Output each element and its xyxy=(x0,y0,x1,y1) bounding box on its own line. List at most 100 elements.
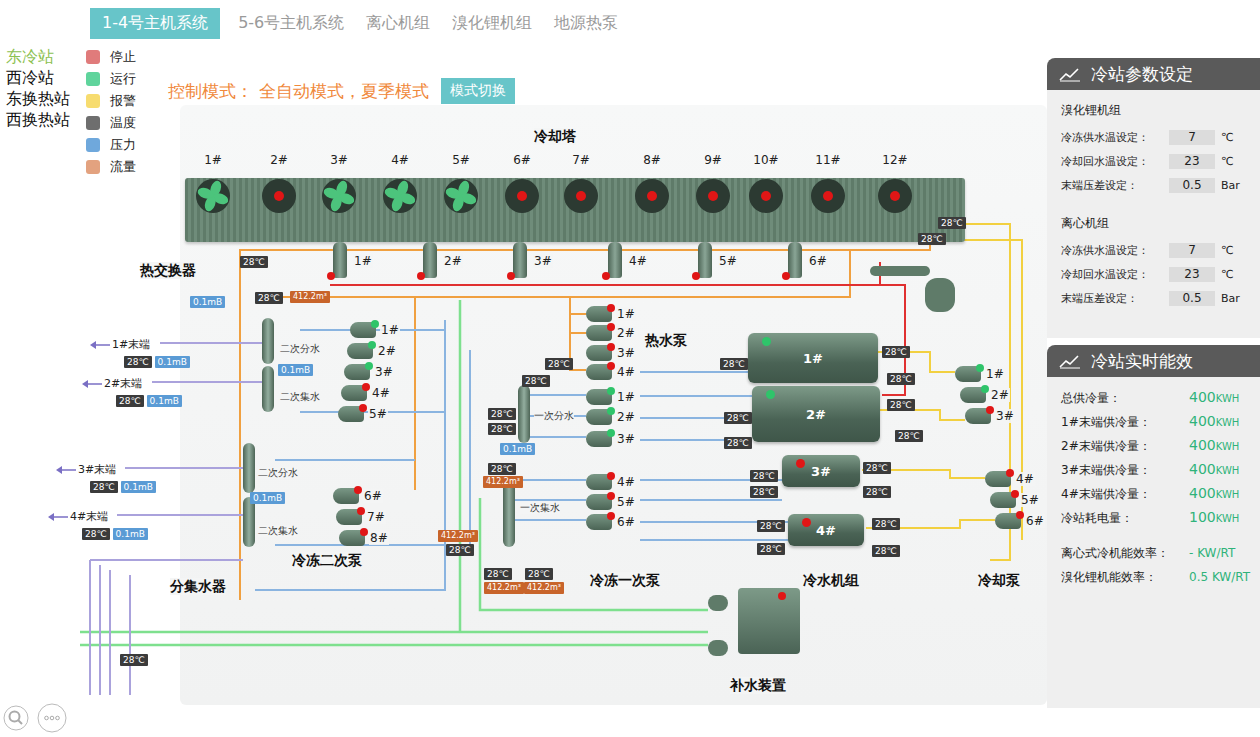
cooling-tower[interactable]: 7# xyxy=(551,175,611,239)
system-tab[interactable]: 5-6号主机系统 xyxy=(234,8,348,39)
station-item[interactable]: 东换热站 xyxy=(6,88,86,109)
hot-water-pump[interactable]: 1# xyxy=(586,306,612,322)
terminal[interactable]: 3#末端28℃0.1mB xyxy=(78,462,156,493)
tower-label: 7# xyxy=(551,153,611,167)
terminal[interactable]: 4#末端28℃0.1mB xyxy=(70,509,148,540)
cooling-tower[interactable]: 2# xyxy=(249,175,309,239)
cooling-pump[interactable]: 6# xyxy=(995,513,1021,529)
cooling-tower[interactable]: 9# xyxy=(683,175,743,239)
chiller[interactable]: 3# xyxy=(782,455,860,487)
cooling-pump[interactable]: 5# xyxy=(990,492,1016,508)
cooling-tower[interactable]: 6# xyxy=(492,175,552,239)
system-tab[interactable]: 地源热泵 xyxy=(550,8,622,39)
expansion-tank xyxy=(925,278,955,312)
terminal-readings: 28℃0.1mB xyxy=(124,356,190,368)
primary-pump[interactable]: 6# xyxy=(586,514,612,530)
status-dot xyxy=(796,459,805,468)
setting-input[interactable]: 0.5 xyxy=(1169,291,1215,306)
tower-valve[interactable]: 5# xyxy=(698,242,712,278)
station-item[interactable]: 西换热站 xyxy=(6,109,86,130)
terminal[interactable]: 2#末端28℃0.1mB xyxy=(104,376,182,407)
legend-swatch xyxy=(86,160,100,174)
setting-input[interactable]: 23 xyxy=(1169,267,1215,282)
sensor-tag: 0.1mB xyxy=(278,364,313,376)
chiller[interactable]: 1# xyxy=(748,333,878,383)
tower-valve[interactable]: 3# xyxy=(513,242,527,278)
makeup-water-unit[interactable] xyxy=(738,588,800,654)
fan-icon xyxy=(810,178,846,214)
hot-water-pump[interactable]: 4# xyxy=(586,364,612,380)
cooling-pump[interactable]: 4# xyxy=(985,471,1011,487)
legend-label: 报警 xyxy=(110,92,136,110)
setting-input[interactable]: 23 xyxy=(1169,154,1215,169)
legend-label: 停止 xyxy=(110,48,136,66)
secondary-pump[interactable]: 2# xyxy=(347,343,373,359)
setting-row: 冷冻供水温设定：7℃ xyxy=(1061,238,1256,262)
efficiency-row: 总供冷量：400KWH xyxy=(1061,389,1256,413)
cooling-pump[interactable]: 3# xyxy=(965,408,991,424)
secondary-pump[interactable]: 5# xyxy=(338,406,364,422)
panel-header: 冷站参数设定 xyxy=(1047,58,1260,90)
primary-pump[interactable]: 3# xyxy=(586,431,612,447)
hot-water-pump[interactable]: 2# xyxy=(586,325,612,341)
cooling-pump[interactable]: 1# xyxy=(955,366,981,382)
chiller[interactable]: 4# xyxy=(788,514,864,546)
legend-item: 运行 xyxy=(86,71,166,87)
system-tab[interactable]: 溴化锂机组 xyxy=(448,8,536,39)
primary-pump[interactable]: 5# xyxy=(586,494,612,510)
section-label: 冷冻一次泵 xyxy=(590,572,660,589)
cooling-tower[interactable]: 5# xyxy=(431,175,491,239)
tower-valve[interactable]: 2# xyxy=(423,242,437,278)
pipe xyxy=(125,467,243,469)
cooling-tower[interactable]: 11# xyxy=(798,175,858,239)
station-item[interactable]: 东冷站 xyxy=(6,46,86,67)
tower-valve[interactable]: 1# xyxy=(333,242,347,278)
efficiency-value: 400KWH xyxy=(1189,389,1256,405)
secondary-pump[interactable]: 6# xyxy=(333,488,359,504)
setting-input[interactable]: 7 xyxy=(1169,130,1215,145)
tower-valve[interactable]: 6# xyxy=(788,242,802,278)
pump-label: 1# xyxy=(380,323,400,337)
side-panels: 冷站参数设定溴化锂机组冷冻供水温设定：7℃冷却回水温设定：23℃末端压差设定：0… xyxy=(1047,0,1260,737)
tower-valve[interactable]: 4# xyxy=(608,242,622,278)
secondary-pump[interactable]: 8# xyxy=(339,530,365,546)
status-dot xyxy=(692,272,700,280)
cooling-tower[interactable]: 3# xyxy=(309,175,369,239)
secondary-pump[interactable]: 7# xyxy=(336,509,362,525)
efficiency-row: 3#末端供冷量：400KWH xyxy=(1061,461,1256,485)
distributor-cylinder xyxy=(503,478,515,547)
more-icon[interactable] xyxy=(37,703,67,733)
primary-pump[interactable]: 2# xyxy=(586,409,612,425)
cooling-tower[interactable]: 1# xyxy=(183,175,243,239)
system-tab[interactable]: 离心机组 xyxy=(362,8,434,39)
secondary-pump[interactable]: 3# xyxy=(344,364,370,380)
secondary-pump[interactable]: 1# xyxy=(350,322,376,338)
cooling-tower[interactable]: 8# xyxy=(622,175,682,239)
chiller[interactable]: 2# xyxy=(752,386,880,442)
setting-input[interactable]: 7 xyxy=(1169,243,1215,258)
system-tab[interactable]: 1-4号主机系统 xyxy=(90,8,220,39)
cooling-pump[interactable]: 2# xyxy=(960,387,986,403)
terminal[interactable]: 1#末端28℃0.1mB xyxy=(112,337,190,368)
secondary-pump[interactable]: 4# xyxy=(341,385,367,401)
hot-water-pump[interactable]: 3# xyxy=(586,345,612,361)
pump-label: 3# xyxy=(616,346,636,360)
station-item[interactable]: 西冷站 xyxy=(6,67,86,88)
setting-input[interactable]: 0.5 xyxy=(1169,178,1215,193)
sensor-tag: 28℃ xyxy=(488,423,516,435)
cooling-tower[interactable]: 12# xyxy=(865,175,925,239)
cooling-tower[interactable]: 10# xyxy=(736,175,796,239)
diagram-canvas: 1#2#3#4#5#6#7#8#9#10#11#12#1#2#3#4#5#6#二… xyxy=(0,0,1047,737)
ratio-value: - KW/RT xyxy=(1189,546,1256,560)
primary-pump[interactable]: 1# xyxy=(586,389,612,405)
pump-label: 4# xyxy=(616,365,636,379)
status-dot xyxy=(354,486,362,494)
search-icon[interactable] xyxy=(3,705,29,731)
temperature-tag: 28℃ xyxy=(124,356,152,368)
primary-pump[interactable]: 4# xyxy=(586,474,612,490)
mode-switch-button[interactable]: 模式切换 xyxy=(441,78,515,104)
cooling-tower[interactable]: 4# xyxy=(370,175,430,239)
status-dot xyxy=(607,492,615,500)
valve-label: 3# xyxy=(533,254,553,268)
sensor-tag: 28℃ xyxy=(863,462,891,474)
